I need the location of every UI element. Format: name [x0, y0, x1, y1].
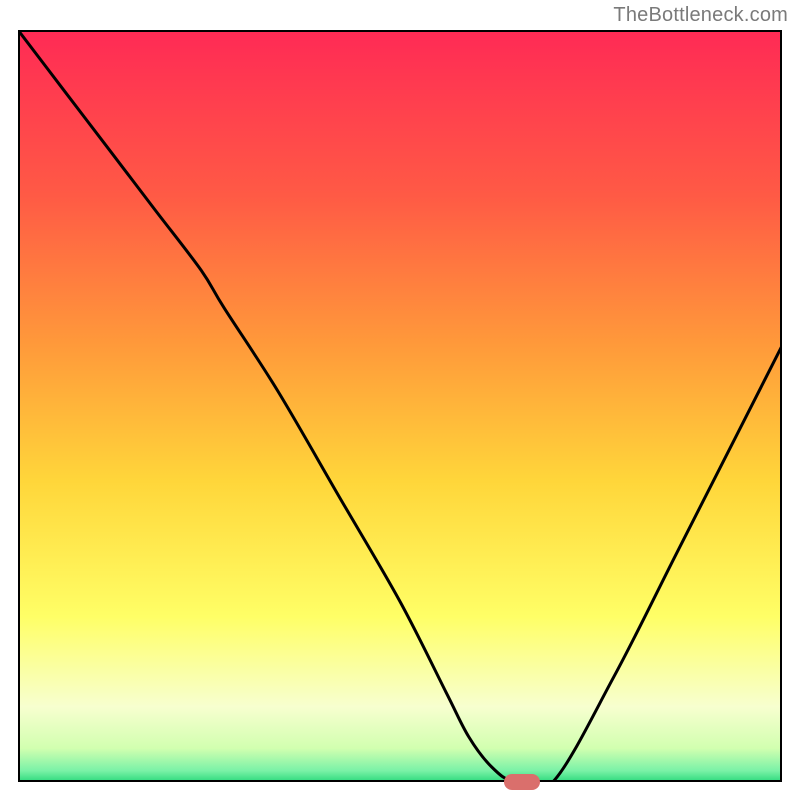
watermark-text: TheBottleneck.com	[613, 4, 788, 27]
plot-area	[18, 30, 782, 782]
gradient-background	[18, 30, 782, 782]
chart-frame: TheBottleneck.com	[0, 0, 800, 800]
chart-svg	[18, 30, 782, 782]
optimum-marker	[504, 774, 540, 790]
